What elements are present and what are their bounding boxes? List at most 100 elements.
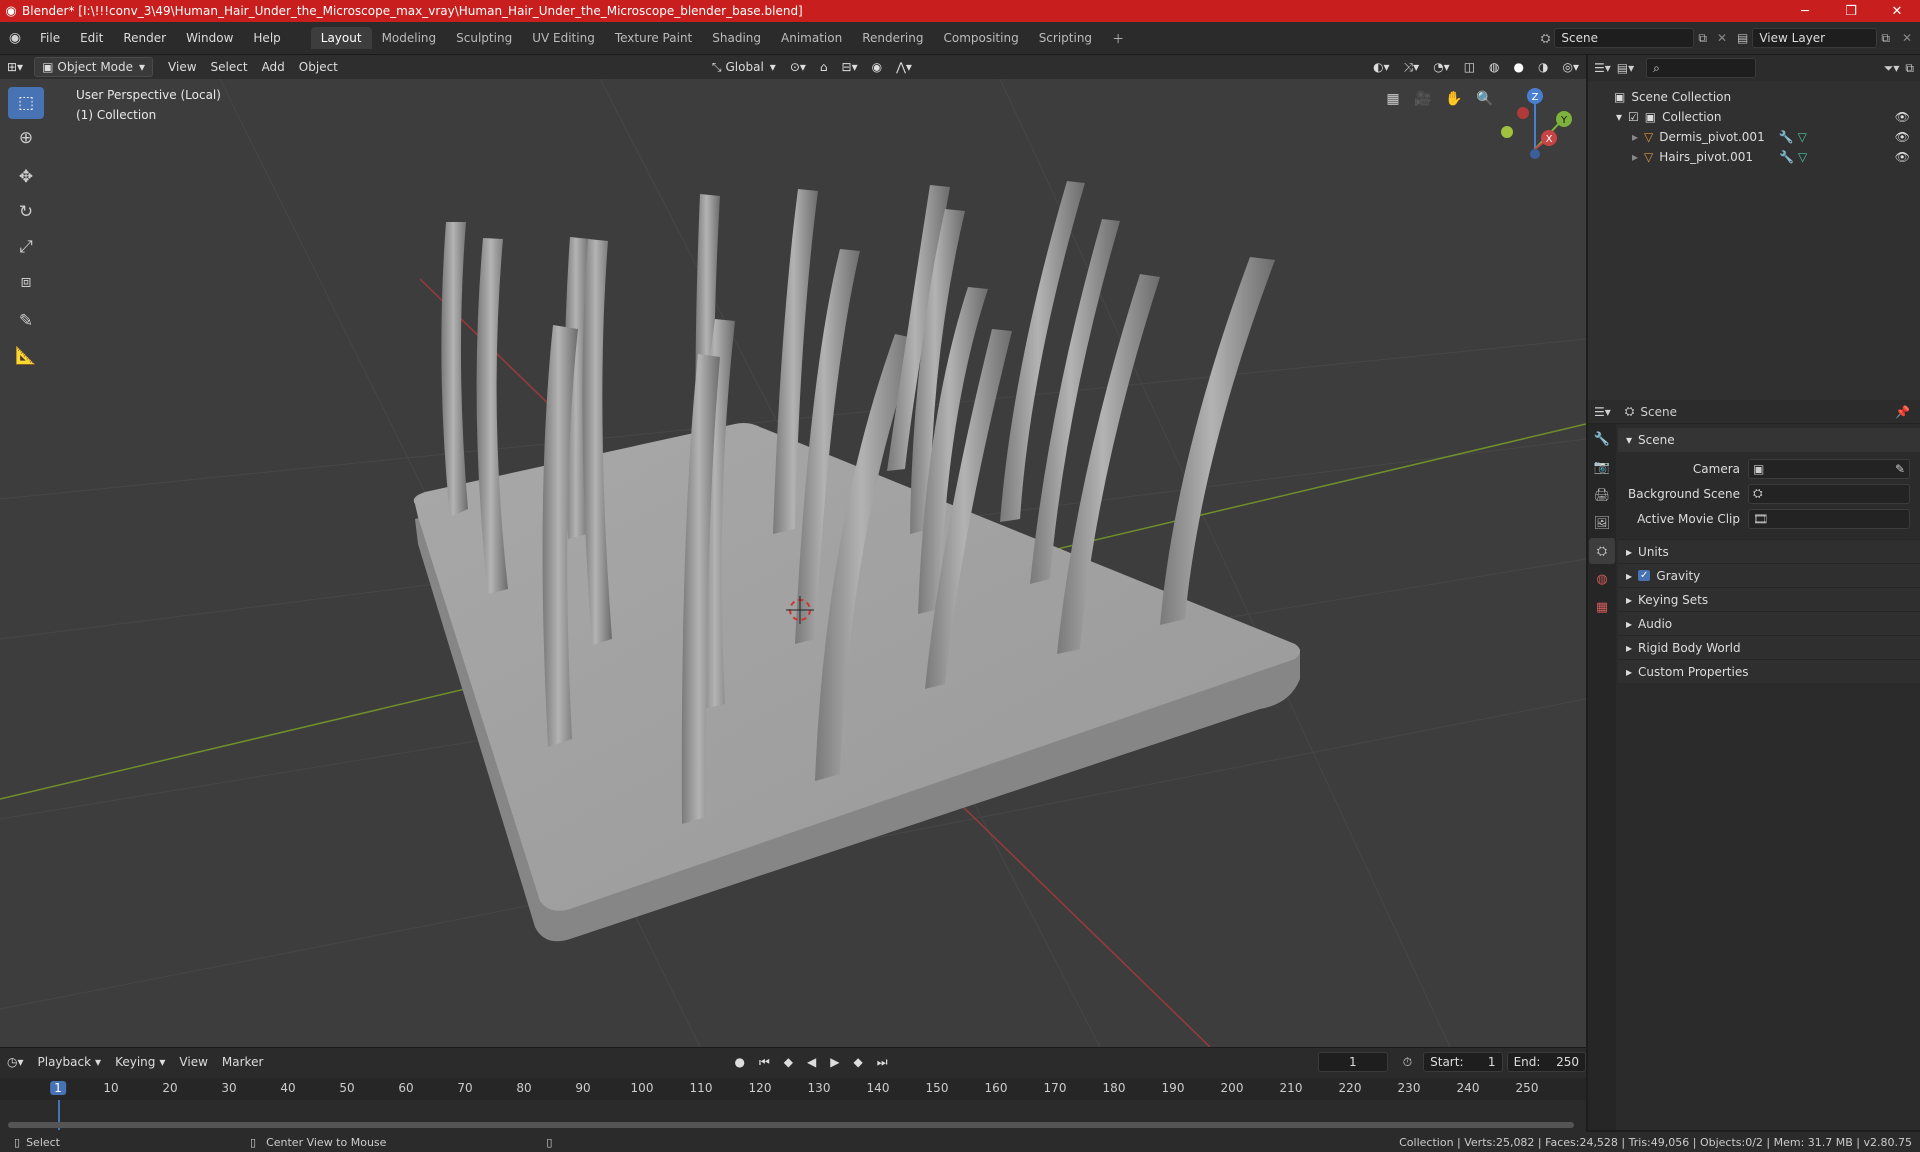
scene-field[interactable]: Scene bbox=[1554, 28, 1695, 48]
editor-type-icon[interactable]: ◷▾ bbox=[0, 1052, 31, 1072]
gravity-checkbox[interactable]: ✓ bbox=[1638, 570, 1651, 581]
delete-view-layer-icon[interactable]: ✕ bbox=[1894, 31, 1920, 45]
jump-end-icon[interactable]: ⏭ bbox=[870, 1052, 895, 1072]
scale-tool-icon[interactable]: ⤢ bbox=[8, 231, 44, 263]
pivot-icon[interactable]: ⊙▾ bbox=[783, 57, 813, 77]
camera-field[interactable]: ▣ ✎ bbox=[1748, 458, 1910, 479]
eye-icon[interactable]: 👁 bbox=[1895, 110, 1910, 124]
timeline-view-menu[interactable]: View bbox=[172, 1052, 214, 1072]
display-mode-icon[interactable]: ▤▾ bbox=[1617, 61, 1634, 75]
zoom-icon[interactable]: 🔍 bbox=[1472, 86, 1498, 112]
output-tab-icon[interactable]: 🖨 bbox=[1589, 482, 1615, 508]
tool-tab-icon[interactable]: 🔧 bbox=[1589, 426, 1615, 452]
modifier-wrench-icon[interactable]: 🔧 bbox=[1779, 150, 1794, 164]
active-movie-clip-field[interactable]: 🎞 bbox=[1748, 508, 1910, 529]
tab-modeling[interactable]: Modeling bbox=[372, 27, 447, 49]
view-layer-tab-icon[interactable]: 🖼 bbox=[1589, 510, 1615, 536]
viewport-menu-add[interactable]: Add bbox=[255, 57, 292, 77]
keying-sets-panel[interactable]: ▸ Keying Sets bbox=[1618, 587, 1920, 611]
new-scene-icon[interactable]: ⧉ bbox=[1694, 31, 1711, 46]
menu-window[interactable]: Window bbox=[176, 31, 243, 45]
playhead-frame[interactable]: 1 bbox=[50, 1081, 66, 1095]
play-reverse-icon[interactable]: ◀ bbox=[800, 1052, 823, 1072]
checkbox-icon[interactable]: ☑ bbox=[1628, 110, 1639, 124]
move-tool-icon[interactable]: ✥ bbox=[8, 161, 44, 193]
cursor-tool-icon[interactable]: ⊕ bbox=[8, 122, 44, 154]
outliner-item[interactable]: ▸ ▽ Dermis_pivot.001 🔧 ▽ 👁 bbox=[1588, 127, 1920, 147]
rigid-body-world-panel[interactable]: ▸ Rigid Body World bbox=[1618, 635, 1920, 659]
tab-animation[interactable]: Animation bbox=[771, 27, 852, 49]
current-frame-field[interactable]: 1 bbox=[1317, 1052, 1388, 1072]
proportional-edit-icon[interactable]: ◉ bbox=[865, 57, 889, 77]
stopwatch-icon[interactable]: ⏱ bbox=[1396, 1052, 1419, 1072]
add-workspace-icon[interactable]: ＋ bbox=[1102, 26, 1134, 51]
material-shading-icon[interactable]: ◑ bbox=[1531, 57, 1555, 77]
scene-selector-icon[interactable]: ⛭ bbox=[1537, 31, 1555, 46]
jump-start-icon[interactable]: ⏮ bbox=[752, 1052, 777, 1072]
background-scene-field[interactable]: ⛭ bbox=[1748, 483, 1910, 504]
viewport-menu-select[interactable]: Select bbox=[204, 57, 255, 77]
start-frame-field[interactable]: Start: 1 bbox=[1423, 1052, 1503, 1072]
camera-view-icon[interactable]: 🎥 bbox=[1410, 86, 1436, 112]
expand-arrow-icon[interactable]: ▸ bbox=[1632, 130, 1638, 144]
tab-shading[interactable]: Shading bbox=[702, 27, 771, 49]
editor-type-icon[interactable]: ☰▾ bbox=[1594, 61, 1611, 75]
measure-tool-icon[interactable]: 📐 bbox=[8, 340, 44, 372]
outliner-item[interactable]: ▸ ▽ Hairs_pivot.001 🔧 ▽ 👁 bbox=[1588, 147, 1920, 167]
mode-dropdown[interactable]: ▣ Object Mode ▾ bbox=[34, 57, 154, 77]
mesh-data-icon[interactable]: ▽ bbox=[1798, 130, 1807, 144]
world-tab-icon[interactable]: ◍ bbox=[1589, 566, 1615, 592]
pan-hand-icon[interactable]: ✋ bbox=[1441, 86, 1467, 112]
expand-arrow-icon[interactable]: ▾ bbox=[1616, 110, 1622, 124]
filter-icon[interactable]: ⏷▾ bbox=[1884, 61, 1900, 76]
marker-menu[interactable]: Marker bbox=[215, 1052, 270, 1072]
tab-rendering[interactable]: Rendering bbox=[852, 27, 933, 49]
pin-icon[interactable]: 📌 bbox=[1895, 405, 1910, 419]
3d-viewport[interactable]: Z Y X ⬚ ⊕ ✥ ↻ ⤢ ⧈ ✎ 📐 User Perspective (… bbox=[0, 79, 1586, 1047]
modifier-wrench-icon[interactable]: 🔧 bbox=[1779, 130, 1794, 144]
units-panel[interactable]: ▸ Units bbox=[1618, 539, 1920, 563]
delete-scene-icon[interactable]: ✕ bbox=[1711, 31, 1733, 45]
solid-shading-icon[interactable]: ● bbox=[1507, 57, 1531, 77]
gizmo-toggle-icon[interactable]: ⤨▾ bbox=[1397, 57, 1427, 77]
audio-panel[interactable]: ▸ Audio bbox=[1618, 611, 1920, 635]
overlay-toggle-icon[interactable]: ◔▾ bbox=[1426, 57, 1457, 77]
wireframe-shading-icon[interactable]: ◍ bbox=[1482, 57, 1506, 77]
tab-sculpting[interactable]: Sculpting bbox=[446, 27, 522, 49]
gravity-panel[interactable]: ▸ ✓ Gravity bbox=[1618, 563, 1920, 587]
close-button[interactable]: ✕ bbox=[1874, 4, 1920, 19]
xray-toggle-icon[interactable]: ◫ bbox=[1457, 57, 1482, 77]
mesh-data-icon[interactable]: ▽ bbox=[1798, 150, 1807, 164]
minimize-button[interactable]: ─ bbox=[1782, 4, 1828, 19]
view-layer-field[interactable]: View Layer bbox=[1752, 28, 1878, 48]
outliner-collection[interactable]: ▾ ☑ ▣ Collection 👁 bbox=[1588, 107, 1920, 127]
tab-compositing[interactable]: Compositing bbox=[933, 27, 1028, 49]
viewport-menu-view[interactable]: View bbox=[161, 57, 203, 77]
tab-layout[interactable]: Layout bbox=[310, 27, 372, 49]
new-view-layer-icon[interactable]: ⧉ bbox=[1877, 31, 1894, 46]
blender-menu-icon[interactable]: ◉ bbox=[0, 30, 30, 46]
toggle-grid-icon[interactable]: ▦ bbox=[1380, 86, 1406, 112]
eye-icon[interactable]: 👁 bbox=[1895, 150, 1910, 164]
editor-type-icon[interactable]: ☰▾ bbox=[1594, 405, 1611, 419]
end-frame-field[interactable]: End: 250 bbox=[1506, 1052, 1586, 1072]
tab-uv-editing[interactable]: UV Editing bbox=[522, 27, 605, 49]
custom-properties-panel[interactable]: ▸ Custom Properties bbox=[1618, 659, 1920, 683]
outliner-search-input[interactable]: ⌕ bbox=[1646, 58, 1757, 78]
next-keyframe-icon[interactable]: ◆ bbox=[846, 1052, 869, 1072]
record-icon[interactable]: ● bbox=[727, 1052, 751, 1072]
viewport-menu-object[interactable]: Object bbox=[292, 57, 345, 77]
tab-texture-paint[interactable]: Texture Paint bbox=[605, 27, 702, 49]
snap-icon[interactable]: ⌂ bbox=[813, 57, 835, 77]
scene-tab-icon[interactable]: ⛭ bbox=[1589, 538, 1615, 564]
editor-type-icon[interactable]: ⊞▾ bbox=[0, 57, 30, 77]
keying-menu[interactable]: Keying ▾ bbox=[108, 1052, 172, 1072]
rendered-shading-icon[interactable]: ◎▾ bbox=[1556, 57, 1587, 77]
texture-tab-icon[interactable]: ▦ bbox=[1589, 594, 1615, 620]
menu-file[interactable]: File bbox=[30, 31, 70, 45]
menu-help[interactable]: Help bbox=[243, 31, 290, 45]
timeline-ruler[interactable]: 1 10 20 30 40 50 60 70 80 90 100 110 120… bbox=[0, 1078, 1586, 1100]
timeline-scrollbar[interactable] bbox=[8, 1122, 1574, 1128]
prev-keyframe-icon[interactable]: ◆ bbox=[777, 1052, 800, 1072]
menu-edit[interactable]: Edit bbox=[70, 31, 113, 45]
